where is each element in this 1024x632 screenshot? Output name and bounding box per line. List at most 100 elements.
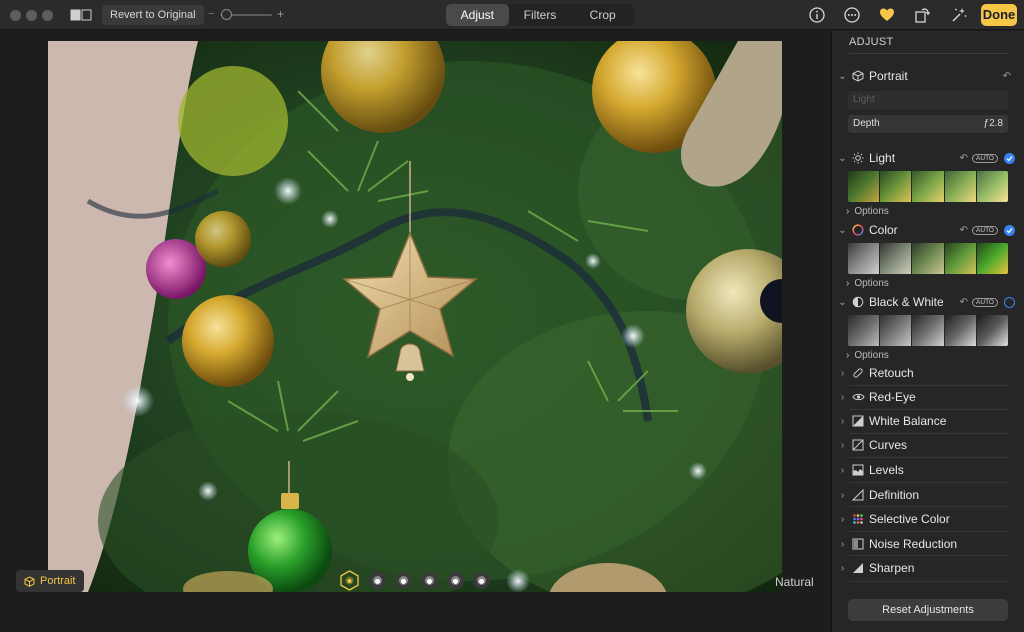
favorite-heart-icon[interactable] (878, 6, 896, 24)
chevron-down-icon[interactable]: ⌄ (837, 153, 848, 164)
photo-preview[interactable] (48, 41, 782, 592)
tool-curves[interactable]: › Curves (837, 436, 1015, 454)
chevron-right-icon: › (840, 391, 845, 403)
portrait-light-slider[interactable]: Light (848, 91, 1008, 109)
section-portrait[interactable]: ⌄ Portrait ↶ (837, 67, 1015, 85)
chevron-right-icon: › (840, 439, 845, 451)
divider (849, 457, 1009, 458)
bw-preview-strip[interactable] (848, 315, 1008, 346)
section-label: Color (869, 223, 898, 237)
zoom-window-button[interactable] (42, 10, 53, 21)
tool-selective-color[interactable]: › Selective Color (837, 510, 1015, 528)
section-light[interactable]: ⌄ Light ↶ AUTO (837, 149, 1015, 167)
portrait-depth-slider[interactable]: Depth ƒ2.8 (848, 115, 1008, 133)
stage-light-mono-icon[interactable] (447, 572, 464, 589)
tool-sharpen[interactable]: › Sharpen (837, 559, 1015, 577)
white-balance-icon (850, 414, 866, 428)
slider-label: Depth (853, 118, 880, 129)
levels-icon (850, 463, 866, 477)
info-icon[interactable] (808, 6, 826, 24)
divider (849, 531, 1009, 532)
light-preview-strip[interactable] (848, 171, 1008, 202)
chevron-right-icon: › (840, 464, 845, 476)
adjust-sidebar: ADJUST ⌄ Portrait ↶ Light Depth ƒ2.8 ⌄ L… (831, 31, 1024, 632)
undo-icon[interactable]: ↶ (960, 225, 968, 236)
stage-light-icon[interactable] (421, 572, 438, 589)
eye-icon (850, 390, 866, 404)
split-view-icon[interactable] (70, 9, 92, 21)
chevron-down-icon[interactable]: ⌄ (837, 225, 848, 236)
tab-filters[interactable]: Filters (509, 4, 572, 26)
undo-icon[interactable]: ↶ (960, 297, 968, 308)
slider-label: Light (853, 94, 875, 105)
auto-button[interactable]: AUTO (972, 153, 998, 163)
photo-canvas (0, 31, 831, 632)
auto-button[interactable]: AUTO (972, 297, 998, 307)
disabled-checkmark-icon[interactable] (1004, 296, 1015, 308)
options-label: Options (854, 278, 889, 289)
chevron-right-icon: › (846, 350, 850, 361)
done-button[interactable]: Done (981, 4, 1017, 26)
minimize-window-button[interactable] (26, 10, 37, 21)
divider (849, 409, 1009, 410)
divider (849, 555, 1009, 556)
portrait-cube-icon (850, 69, 866, 83)
options-label: Options (854, 206, 889, 217)
tool-definition[interactable]: › Definition (837, 486, 1015, 504)
tool-label: Sharpen (869, 561, 915, 575)
more-icon[interactable] (843, 6, 861, 24)
lighting-effect-label: Natural (775, 575, 814, 589)
divider (849, 482, 1009, 483)
chevron-right-icon: › (840, 489, 845, 501)
color-preview-strip[interactable] (848, 243, 1008, 274)
undo-icon[interactable]: ↶ (960, 153, 968, 164)
bw-options[interactable]: › Options (846, 350, 889, 361)
chevron-right-icon: › (840, 367, 845, 379)
section-color[interactable]: ⌄ Color ↶ AUTO (837, 221, 1015, 239)
tab-crop[interactable]: Crop (571, 4, 634, 26)
chevron-down-icon[interactable]: ⌄ (837, 71, 848, 82)
portrait-toggle-label: Portrait (40, 575, 76, 587)
zoom-slider-knob[interactable] (221, 9, 232, 20)
contour-light-icon[interactable] (395, 572, 412, 589)
section-label: Portrait (869, 69, 908, 83)
section-black-white[interactable]: ⌄ Black & White ↶ AUTO (837, 293, 1015, 311)
natural-light-icon[interactable] (339, 570, 360, 591)
portrait-toggle-button[interactable]: Portrait (16, 570, 85, 592)
tool-levels[interactable]: › Levels (837, 461, 1015, 479)
auto-enhance-icon[interactable] (950, 6, 968, 24)
tool-red-eye[interactable]: › Red-Eye (837, 388, 1015, 406)
revert-to-original-button[interactable]: Revert to Original (102, 5, 204, 25)
divider (849, 433, 1009, 434)
edit-mode-tabs: Adjust Filters Crop (446, 4, 634, 26)
tool-noise-reduction[interactable]: › Noise Reduction (837, 535, 1015, 553)
definition-icon (850, 488, 866, 502)
light-options[interactable]: › Options (846, 206, 889, 217)
sidebar-title: ADJUST (849, 36, 894, 48)
studio-light-icon[interactable] (369, 572, 386, 589)
color-options[interactable]: › Options (846, 278, 889, 289)
tool-label: Red-Eye (869, 390, 916, 404)
section-label: Black & White (869, 295, 944, 309)
rotate-icon[interactable] (913, 6, 931, 24)
portrait-lighting-selector (339, 570, 490, 591)
tab-adjust[interactable]: Adjust (446, 4, 509, 26)
tool-retouch[interactable]: › Retouch (837, 364, 1015, 382)
tool-label: Curves (869, 438, 908, 452)
toolbar: Revert to Original − + Adjust Filters Cr… (0, 0, 1024, 30)
chevron-down-icon[interactable]: ⌄ (837, 297, 848, 308)
tool-white-balance[interactable]: › White Balance (837, 412, 1015, 430)
zoom-in-icon[interactable]: + (277, 7, 284, 21)
close-window-button[interactable] (10, 10, 21, 21)
section-label: Light (869, 151, 896, 165)
christmas-tree-photo (48, 41, 782, 592)
enabled-checkmark-icon[interactable] (1004, 152, 1015, 164)
auto-button[interactable]: AUTO (972, 225, 998, 235)
high-key-light-mono-icon[interactable] (473, 572, 490, 589)
enabled-checkmark-icon[interactable] (1004, 224, 1015, 236)
half-circle-icon (850, 295, 866, 309)
zoom-out-icon[interactable]: − (208, 8, 214, 20)
chevron-right-icon: › (840, 538, 845, 550)
reset-adjustments-button[interactable]: Reset Adjustments (848, 599, 1008, 621)
undo-icon[interactable]: ↶ (1003, 71, 1011, 82)
